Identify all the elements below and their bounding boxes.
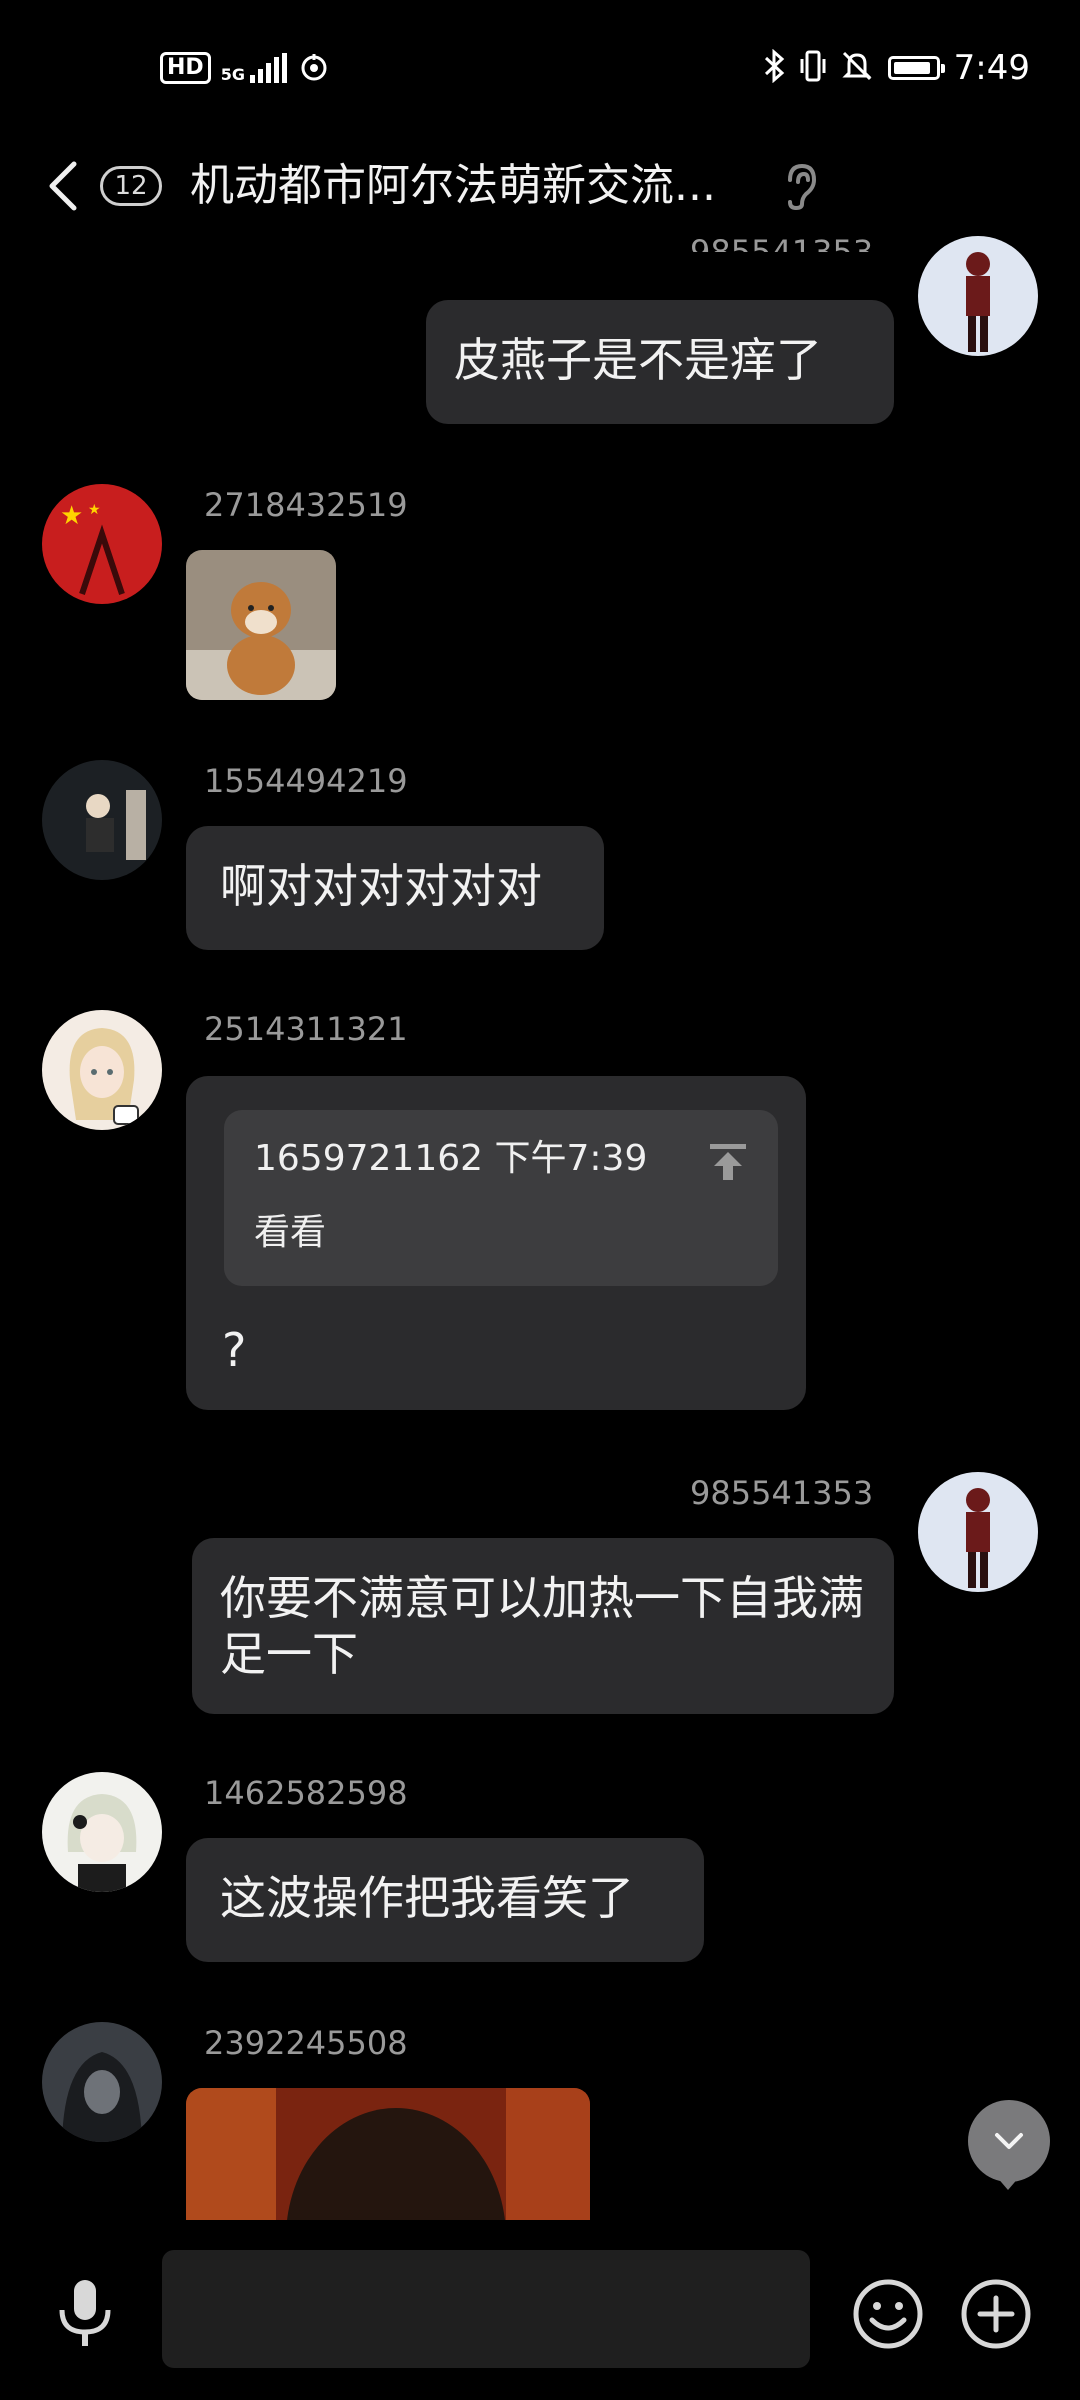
network-type: 5G [220,65,245,84]
emoji-button[interactable] [850,2276,926,2352]
message-sender: 985541353 [690,236,873,252]
avatar[interactable] [42,2022,162,2142]
quote-author: 1659721162 [254,1138,484,1179]
voice-button[interactable] [50,2274,120,2354]
image-message[interactable] [186,550,336,700]
arrow-up-to-top-icon [710,1144,746,1180]
image-message[interactable] [186,2088,590,2220]
ear-mode-button[interactable] [780,162,820,211]
back-button[interactable] [44,150,84,222]
quote-header: 1659721162 下午7:39 [254,1134,647,1184]
more-button[interactable] [958,2276,1034,2352]
message-sender: 1554494219 [204,762,408,800]
hd-badge: HD [160,52,211,84]
avatar[interactable] [42,760,162,880]
quote-text: 看看 [254,1212,327,1253]
message-bubble[interactable]: 啊对对对对对对 [186,826,604,950]
message-bubble[interactable]: 这波操作把我看笑了 [186,1838,704,1962]
message-bubble[interactable]: 皮燕子是不是痒了 [426,300,894,424]
mute-bell-icon [840,49,874,87]
message-bubble[interactable]: 1659721162 下午7:39 看看 ? [186,1076,806,1410]
signal-icon: 5G [221,53,288,83]
message-sender: 2514311321 [204,1010,408,1048]
unread-count-badge[interactable]: 12 [100,166,162,206]
battery-icon [887,56,945,80]
microphone-icon [59,2280,111,2346]
clock: 7:49 [953,48,1030,88]
message-bubble[interactable]: 你要不满意可以加热一下自我满足一下 [192,1538,894,1714]
jump-to-message-button[interactable] [706,1140,750,1184]
svg-text:★: ★ [88,502,101,518]
svg-text:★: ★ [60,501,83,531]
chat-header: 12 机动都市阿尔法萌新交流... [0,150,1080,222]
chevron-left-icon [49,161,77,211]
scroll-button-tail [996,2176,1020,2190]
avatar[interactable] [42,1772,162,1892]
avatar[interactable] [42,1010,162,1130]
bluetooth-icon [764,48,786,87]
message-text: ? [222,1323,247,1377]
avatar[interactable] [918,1472,1038,1592]
scroll-to-bottom-button[interactable] [968,2100,1050,2182]
message-sender: 985541353 [690,1474,874,1512]
hotspot-icon [298,50,330,86]
smiley-icon [853,2279,923,2349]
chevron-down-icon [995,2133,1023,2149]
chat-title[interactable]: 机动都市阿尔法萌新交流... [190,156,760,216]
message-input[interactable] [162,2250,810,2368]
message-sender: 2718432519 [204,486,408,524]
status-bar-right: 7:49 [764,46,1030,90]
avatar[interactable] [918,236,1038,356]
plus-circle-icon [961,2279,1031,2349]
message-sender: 1462582598 [204,1774,408,1812]
vibrate-icon [800,49,826,87]
avatar[interactable]: ★ ★ [42,484,162,604]
message-sender: 2392245508 [204,2024,408,2062]
quote-time: 下午7:39 [494,1138,648,1179]
status-bar-left: HD 5G [160,48,330,88]
ear-icon [788,163,817,211]
quoted-message[interactable]: 1659721162 下午7:39 看看 [224,1110,778,1286]
